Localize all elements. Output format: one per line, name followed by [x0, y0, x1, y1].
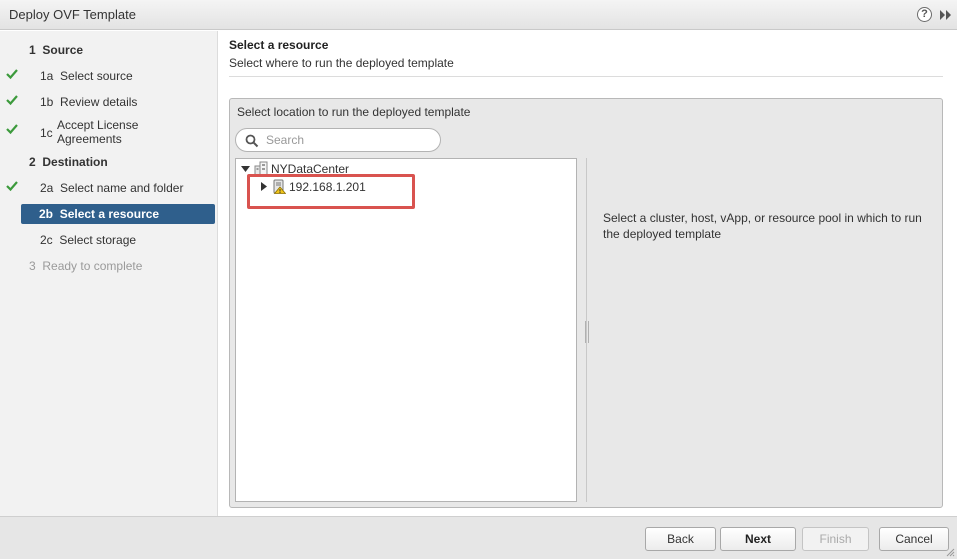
step-label: Select storage	[59, 233, 137, 247]
finish-button: Finish	[802, 527, 869, 551]
step-number: 3	[29, 259, 36, 273]
page-subtitle: Select where to run the deployed templat…	[229, 56, 454, 70]
step-number: 2b	[39, 207, 54, 221]
checkmark-icon	[6, 69, 18, 80]
step-label: Select a resource	[59, 207, 160, 221]
checkmark-icon	[6, 181, 18, 192]
step-2b-select-resource[interactable]: 2b Select a resource	[21, 204, 215, 224]
step-label: Source	[42, 43, 84, 57]
title-bar: Deploy OVF Template ?	[0, 0, 957, 30]
main-content: Select a resource Select where to run th…	[219, 31, 957, 516]
step-label: Review details	[60, 95, 138, 109]
resize-grip-icon[interactable]	[945, 547, 955, 557]
step-number: 1	[29, 43, 36, 57]
host-highlight-annotation	[247, 174, 415, 209]
search-input[interactable]	[266, 132, 436, 148]
checkmark-icon	[6, 124, 18, 135]
collapse-arrow-icon[interactable]	[241, 164, 250, 173]
help-icon[interactable]: ?	[917, 7, 932, 22]
step-1b-review-details[interactable]: 1b Review details	[0, 92, 218, 112]
search-icon	[245, 134, 259, 148]
step-1c-accept-license[interactable]: 1c Accept License Agreements	[0, 118, 218, 148]
next-button[interactable]: Next	[720, 527, 796, 551]
step-label: Select source	[60, 69, 133, 83]
cancel-button[interactable]: Cancel	[879, 527, 949, 551]
step-number: 2a	[40, 181, 54, 195]
window-title: Deploy OVF Template	[9, 7, 136, 22]
location-panel: Select location to run the deployed temp…	[229, 98, 943, 508]
step-1a-select-source[interactable]: 1a Select source	[0, 66, 218, 86]
back-button[interactable]: Back	[645, 527, 716, 551]
step-number: 2	[29, 155, 36, 169]
wizard-steps-sidebar: 1 Source 1a Select source 1b Review deta…	[0, 31, 218, 516]
step-label: Destination	[42, 155, 108, 169]
divider	[229, 76, 943, 77]
step-label: Ready to complete	[42, 259, 143, 273]
step-number: 2c	[40, 233, 53, 247]
checkmark-icon	[6, 95, 18, 106]
step-label: Select name and folder	[60, 181, 184, 195]
step-1-source: 1 Source	[0, 40, 218, 60]
wizard-footer: Back Next Finish Cancel	[0, 516, 957, 559]
step-3-ready-to-complete: 3 Ready to complete	[0, 256, 218, 276]
panel-label: Select location to run the deployed temp…	[237, 105, 471, 119]
expand-icon[interactable]	[939, 8, 953, 22]
search-box[interactable]	[235, 128, 441, 152]
splitter-grip-icon[interactable]	[585, 321, 589, 343]
step-2-destination: 2 Destination	[0, 152, 218, 172]
step-number: 1a	[40, 69, 54, 83]
inventory-tree: NYDataCenter 192.168.1.201	[235, 158, 577, 502]
step-label: Accept License Agreements	[57, 118, 139, 146]
resource-info-text: Select a cluster, host, vApp, or resourc…	[603, 211, 922, 241]
step-number: 1c	[40, 126, 53, 140]
step-2c-select-storage[interactable]: 2c Select storage	[0, 230, 218, 250]
step-2a-select-name-folder[interactable]: 2a Select name and folder	[0, 178, 218, 198]
page-title: Select a resource	[229, 38, 329, 52]
step-number: 1b	[40, 95, 54, 109]
